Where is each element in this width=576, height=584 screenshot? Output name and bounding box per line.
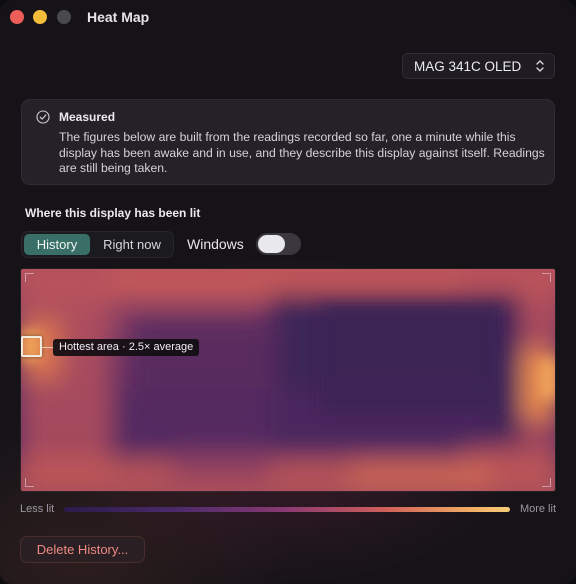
heatmap-legend: Less lit More lit (20, 503, 556, 517)
legend-more-label: More lit (519, 503, 556, 515)
checkmark-circle-icon (36, 110, 50, 124)
hottest-area-marker[interactable] (21, 336, 42, 357)
segment-right-now[interactable]: Right now (94, 234, 170, 255)
chevron-up-down-icon (535, 59, 545, 73)
windows-toggle-label: Windows (187, 236, 244, 252)
zoom-window-button[interactable] (57, 10, 71, 24)
minimize-window-button[interactable] (33, 10, 47, 24)
segment-history[interactable]: History (24, 234, 90, 255)
section-title: Where this display has been lit (25, 206, 201, 220)
legend-gradient-bar (64, 507, 510, 512)
heatmap-canvas (21, 269, 555, 491)
close-window-button[interactable] (10, 10, 24, 24)
title-bar: Heat Map (0, 0, 576, 34)
mode-segmented-control: History Right now (21, 231, 174, 258)
hottest-area-label: Hottest area · 2.5× average (53, 339, 200, 356)
corner-marker-bottom-left (25, 478, 34, 487)
display-select-value: MAG 341C OLED (414, 58, 522, 74)
delete-history-button[interactable]: Delete History... (20, 536, 145, 563)
legend-less-label: Less lit (20, 503, 55, 515)
corner-marker-top-right (542, 273, 551, 282)
measured-info-card: Measured The figures below are built fro… (21, 99, 555, 185)
info-body: The figures below are built from the rea… (59, 130, 545, 176)
window-title: Heat Map (87, 9, 150, 25)
windows-toggle[interactable] (256, 233, 301, 255)
toggle-knob (258, 235, 285, 253)
info-title: Measured (59, 110, 116, 124)
heat-map-window: Heat Map MAG 341C OLED Measured The figu… (0, 0, 576, 584)
display-select[interactable]: MAG 341C OLED (402, 53, 555, 79)
corner-marker-top-left (25, 273, 34, 282)
corner-marker-bottom-right (542, 478, 551, 487)
hottest-area-leader-line (42, 347, 53, 348)
heatmap: Hottest area · 2.5× average (20, 268, 556, 492)
